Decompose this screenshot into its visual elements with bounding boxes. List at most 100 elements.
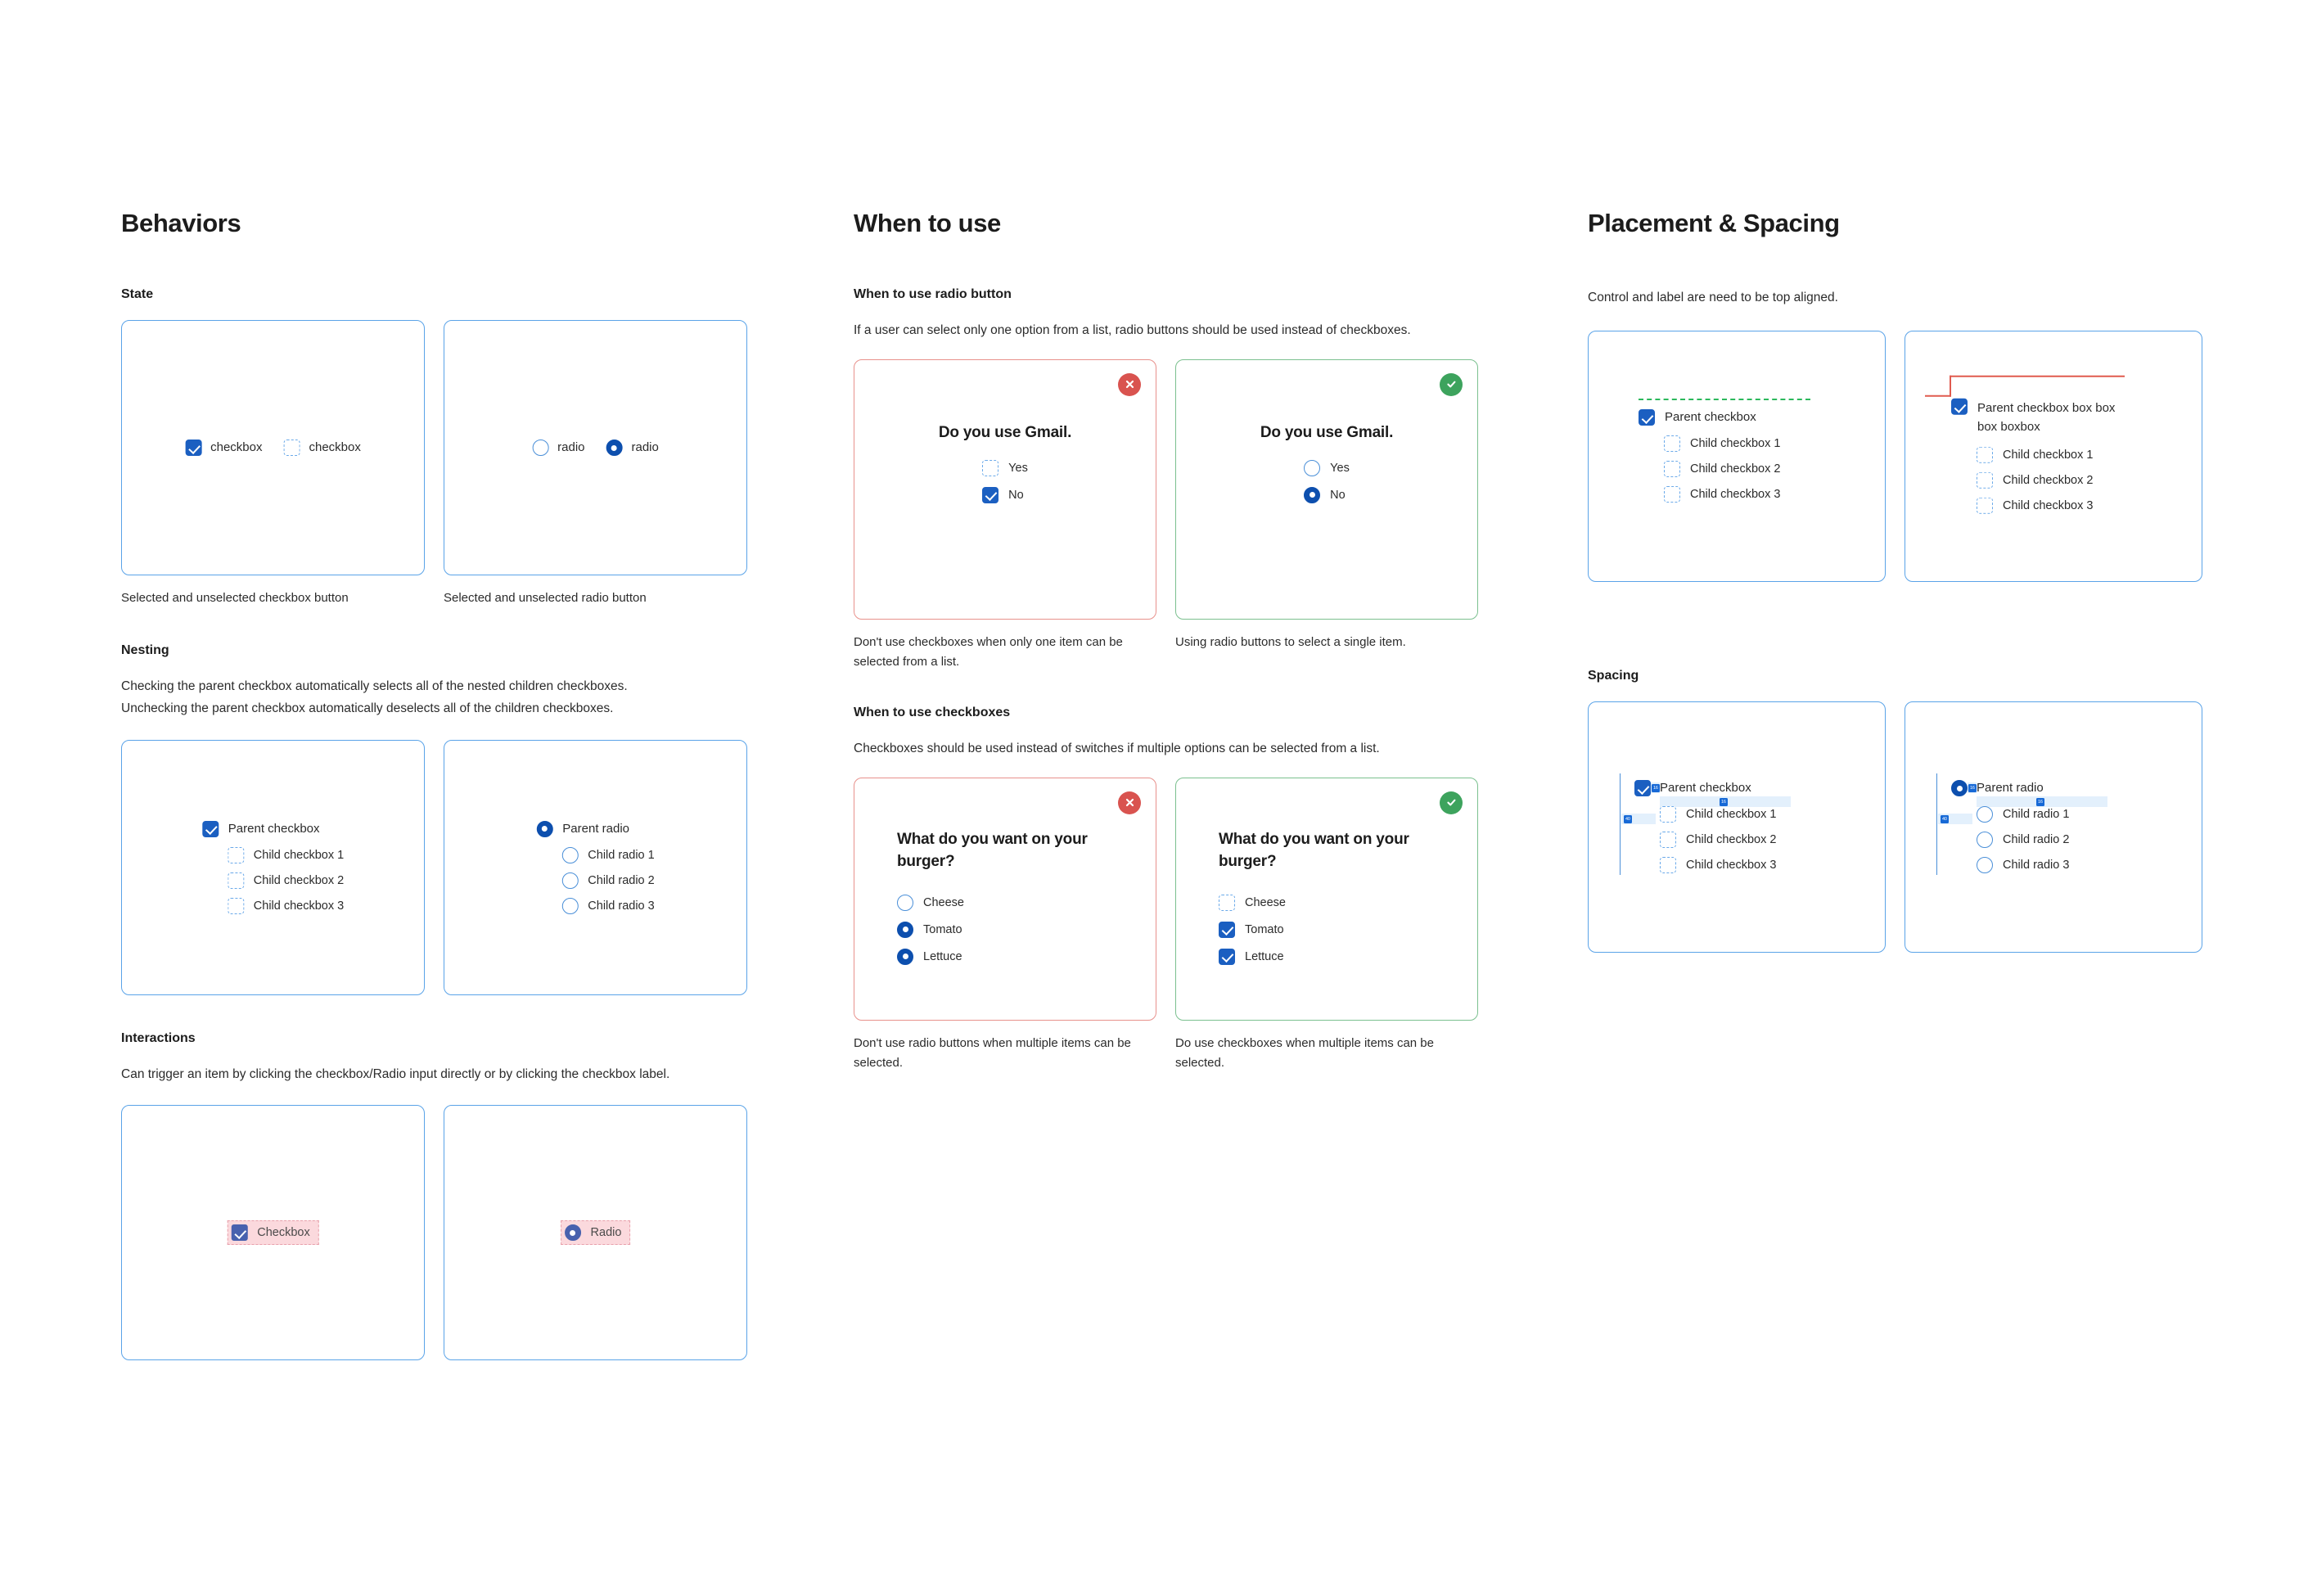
spacing-value-indent: 40 xyxy=(1941,815,1949,824)
radio-selected-item[interactable]: radio xyxy=(606,440,659,456)
checkbox-unchecked-icon[interactable] xyxy=(283,440,300,456)
list-item[interactable]: Child checkbox 3 xyxy=(1664,486,1835,503)
list-item[interactable]: Yes xyxy=(982,459,1028,476)
child-checkbox-icon[interactable] xyxy=(1660,806,1676,823)
list-item[interactable]: Child checkbox 3 xyxy=(1977,497,2156,514)
child-checkbox-icon[interactable] xyxy=(1977,471,1993,489)
radio-checked-icon[interactable] xyxy=(606,440,623,456)
radio-unchecked-icon[interactable] xyxy=(897,894,913,911)
nesting-parent-radio[interactable]: Parent radio xyxy=(536,820,654,837)
child-checkbox-icon[interactable] xyxy=(1660,832,1676,849)
child-radio-icon[interactable] xyxy=(561,846,579,863)
list-item[interactable]: Child checkbox 1 xyxy=(1660,806,1839,823)
radio-checked-icon[interactable] xyxy=(1304,486,1321,503)
list-item[interactable]: No xyxy=(982,486,1028,503)
parent-radio-checked-icon[interactable] xyxy=(1951,780,1968,797)
child-checkbox-label: Child checkbox 1 xyxy=(1690,437,1781,451)
list-item[interactable]: Child radio 3 xyxy=(561,897,655,914)
alignment-parent-checkbox[interactable]: Parent checkbox xyxy=(1639,409,1835,426)
child-checkbox-label: Child checkbox 2 xyxy=(2003,473,2094,487)
radio-checked-icon[interactable] xyxy=(897,948,913,965)
child-checkbox-icon[interactable] xyxy=(227,846,244,863)
column-behaviors: Behaviors State checkbox checkbox radio … xyxy=(121,209,776,1361)
radio-unselected-item[interactable]: radio xyxy=(532,440,585,456)
child-radio-label: Child radio 3 xyxy=(2003,859,2070,872)
checkbox-usage-card-row: What do you want on your burger? Cheese … xyxy=(854,777,1500,1021)
child-radio-label: Child radio 2 xyxy=(588,873,655,887)
child-checkbox-icon[interactable] xyxy=(1664,435,1680,453)
radio-clickable-region[interactable]: Radio xyxy=(560,1220,631,1246)
checkbox-unchecked-icon[interactable] xyxy=(1219,894,1235,911)
child-radio-icon[interactable] xyxy=(561,872,579,889)
spacing-parent-radio[interactable]: 16 Parent radio xyxy=(1951,780,2156,797)
x-icon xyxy=(1118,791,1141,814)
child-radio-icon[interactable] xyxy=(1977,806,1993,823)
child-radio-icon[interactable] xyxy=(1977,857,1993,874)
column-when-to-use: When to use When to use radio button If … xyxy=(854,209,1500,1074)
child-checkbox-label: Child checkbox 3 xyxy=(1690,488,1781,502)
child-checkbox-icon[interactable] xyxy=(1977,497,1993,514)
list-item[interactable]: Child checkbox 1 xyxy=(227,846,344,863)
list-item[interactable]: Child radio 3 xyxy=(1977,857,2156,874)
alignment-parent-checkbox-long[interactable]: Parent checkbox box box box boxbox xyxy=(1951,398,2156,437)
spacing-value-parent-child: 16 xyxy=(2036,798,2044,807)
list-item[interactable]: Child checkbox 1 xyxy=(1977,446,2156,463)
list-item[interactable]: Child checkbox 2 xyxy=(227,872,344,889)
parent-checkbox-checked-icon[interactable] xyxy=(201,820,219,837)
checkbox-clickable-region[interactable]: Checkbox xyxy=(227,1220,319,1246)
checkbox-selected-item[interactable]: checkbox xyxy=(185,440,263,456)
list-item[interactable]: Child radio 2 xyxy=(561,872,655,889)
child-checkbox-icon[interactable] xyxy=(227,897,244,914)
list-item[interactable]: Child checkbox 3 xyxy=(227,897,344,914)
list-item[interactable]: Child checkbox 2 xyxy=(1977,471,2156,489)
state-card-row: checkbox checkbox radio radio xyxy=(121,320,776,575)
interactions-radio-card: Radio xyxy=(444,1105,747,1361)
list-item[interactable]: Cheese xyxy=(1219,894,1286,911)
radio-checked-icon[interactable] xyxy=(564,1224,581,1242)
checkbox-checked-icon[interactable] xyxy=(185,440,202,456)
parent-radio-checked-icon[interactable] xyxy=(536,820,553,837)
child-checkbox-icon[interactable] xyxy=(1977,446,1993,463)
child-checkbox-label: Child checkbox 1 xyxy=(1686,808,1777,822)
parent-checkbox-checked-icon[interactable] xyxy=(1639,409,1655,426)
list-item[interactable]: Cheese xyxy=(897,894,964,911)
child-checkbox-icon[interactable] xyxy=(1664,461,1680,478)
checkbox-checked-icon[interactable] xyxy=(231,1224,248,1242)
child-checkbox-icon[interactable] xyxy=(1660,857,1676,874)
list-item[interactable]: Lettuce xyxy=(897,948,964,965)
child-checkbox-icon[interactable] xyxy=(227,872,244,889)
child-radio-icon[interactable] xyxy=(561,897,579,914)
list-item[interactable]: Tomato xyxy=(897,921,964,938)
spacing-parent-checkbox[interactable]: 16 Parent checkbox xyxy=(1634,780,1839,797)
list-item[interactable]: Child radio 1 xyxy=(1977,806,2156,823)
checkbox-checked-icon[interactable] xyxy=(982,486,999,503)
spacing-value-control-label: 16 xyxy=(1968,784,1977,793)
list-item[interactable]: Child radio 1 xyxy=(561,846,655,863)
list-item[interactable]: Child checkbox 1 xyxy=(1664,435,1835,453)
nesting-parent-checkbox[interactable]: Parent checkbox xyxy=(201,820,344,837)
radio-unchecked-icon[interactable] xyxy=(532,440,549,456)
radio-checked-icon[interactable] xyxy=(897,921,913,938)
parent-checkbox-checked-icon[interactable] xyxy=(1634,780,1651,797)
list-item[interactable]: Tomato xyxy=(1219,921,1286,938)
list-item[interactable]: Child checkbox 2 xyxy=(1660,832,1839,849)
list-item[interactable]: No xyxy=(1304,486,1350,503)
parent-checkbox-checked-icon[interactable] xyxy=(1951,398,1968,415)
list-item[interactable]: Child radio 2 xyxy=(1977,832,2156,849)
checkbox-unselected-item[interactable]: checkbox xyxy=(283,440,361,456)
radio-unchecked-icon[interactable] xyxy=(1304,459,1321,476)
checkbox-checked-icon[interactable] xyxy=(1219,948,1235,965)
list-item[interactable]: Child checkbox 3 xyxy=(1660,857,1839,874)
list-item[interactable]: Yes xyxy=(1304,459,1350,476)
interactions-radio-label: Radio xyxy=(590,1226,622,1240)
state-radio-card: radio radio xyxy=(444,320,747,575)
state-checkbox-caption: Selected and unselected checkbox button xyxy=(121,591,349,605)
option-label: No xyxy=(1008,488,1024,502)
list-item[interactable]: Child checkbox 2 xyxy=(1664,461,1835,478)
child-radio-icon[interactable] xyxy=(1977,832,1993,849)
checkbox-checked-icon[interactable] xyxy=(1219,921,1235,938)
child-checkbox-icon[interactable] xyxy=(1664,486,1680,503)
checkbox-unchecked-icon[interactable] xyxy=(982,459,999,476)
when-to-use-title: When to use xyxy=(854,209,1001,237)
list-item[interactable]: Lettuce xyxy=(1219,948,1286,965)
